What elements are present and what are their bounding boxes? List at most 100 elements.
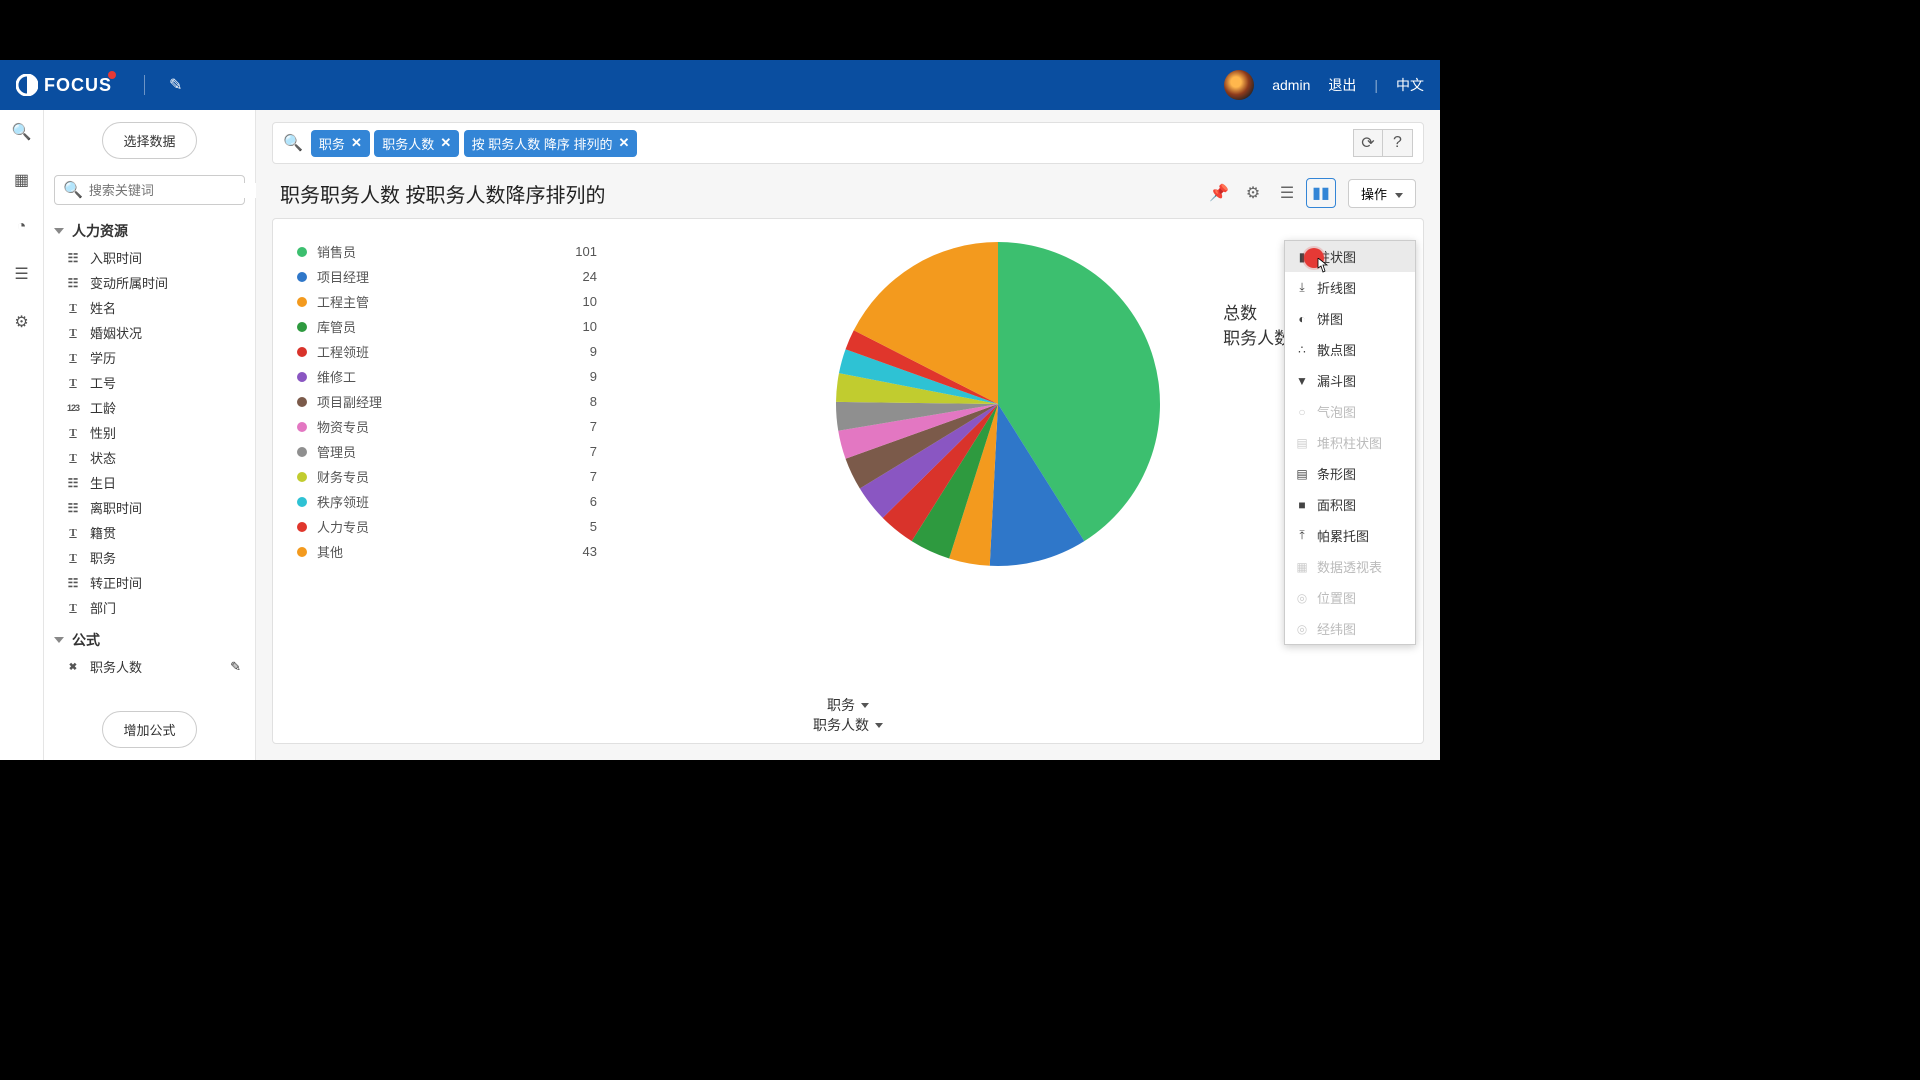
legend-item[interactable]: 人力专员5 bbox=[297, 514, 597, 539]
chart-type-option[interactable]: ▼漏斗图 bbox=[1285, 365, 1415, 396]
field-type-icon bbox=[64, 427, 82, 439]
search-icon[interactable]: 🔍 bbox=[12, 122, 32, 142]
remove-chip-icon[interactable]: ✕ bbox=[351, 135, 362, 151]
legend-item[interactable]: 秩序领班6 bbox=[297, 489, 597, 514]
field-type-icon bbox=[64, 276, 82, 290]
field-item[interactable]: 部门 bbox=[60, 595, 245, 620]
chart-type-icon: ⤒ bbox=[1295, 528, 1309, 543]
legend: 销售员101项目经理24工程主管10库管员10工程领班9维修工9项目副经理8物资… bbox=[297, 239, 597, 564]
add-formula-button[interactable]: 增加公式 bbox=[102, 711, 196, 748]
filter-chip[interactable]: 职务✕ bbox=[311, 130, 370, 157]
filter-chip[interactable]: 职务人数✕ bbox=[374, 130, 459, 157]
pie-chart[interactable] bbox=[597, 239, 1399, 569]
chart-type-icon: ∴ bbox=[1295, 343, 1309, 357]
field-search[interactable]: 🔍 bbox=[54, 175, 245, 205]
field-item[interactable]: 姓名 bbox=[60, 295, 245, 320]
field-item[interactable]: 职务 bbox=[60, 545, 245, 570]
refresh-button[interactable]: ⟳ bbox=[1353, 129, 1383, 157]
axis-b[interactable]: 职务人数 bbox=[813, 715, 883, 735]
chart-type-option[interactable]: ◐饼图 bbox=[1285, 303, 1415, 334]
settings-icon[interactable]: ⚙ bbox=[14, 312, 28, 332]
apps-icon[interactable]: ▦ bbox=[14, 170, 29, 190]
brand-logo: FOCUS bbox=[16, 74, 120, 96]
chart-type-option[interactable]: ⤓折线图 bbox=[1285, 272, 1415, 303]
chart-type-option[interactable]: ⤒帕累托图 bbox=[1285, 520, 1415, 551]
field-item[interactable]: 生日 bbox=[60, 470, 245, 495]
field-type-icon bbox=[64, 527, 82, 539]
pin-icon[interactable]: 📌 bbox=[1204, 178, 1234, 208]
chart-type-icon: ▦ bbox=[1295, 560, 1309, 574]
logout-link[interactable]: 退出 bbox=[1328, 75, 1356, 95]
help-button[interactable]: ? bbox=[1383, 129, 1413, 157]
chart-card: 销售员101项目经理24工程主管10库管员10工程领班9维修工9项目副经理8物资… bbox=[272, 218, 1424, 744]
edit-icon[interactable]: ✎ bbox=[169, 75, 182, 95]
chart-type-option: ◎位置图 bbox=[1285, 582, 1415, 613]
field-item[interactable]: 离职时间 bbox=[60, 495, 245, 520]
divider bbox=[144, 75, 145, 95]
legend-swatch bbox=[297, 397, 307, 407]
field-item[interactable]: 婚姻状况 bbox=[60, 320, 245, 345]
field-item[interactable]: 学历 bbox=[60, 345, 245, 370]
field-item[interactable]: 工龄 bbox=[60, 395, 245, 420]
gear-icon[interactable]: ⚙ bbox=[1238, 178, 1268, 208]
table-view-icon[interactable]: ☰ bbox=[1272, 178, 1302, 208]
field-type-icon bbox=[64, 402, 82, 414]
field-search-input[interactable] bbox=[89, 183, 265, 198]
legend-swatch bbox=[297, 497, 307, 507]
chart-type-icon: ▮ bbox=[1295, 250, 1309, 264]
result-title: 职务职务人数 按职务人数降序排列的 bbox=[280, 179, 606, 208]
remove-chip-icon[interactable]: ✕ bbox=[619, 135, 630, 151]
legend-swatch bbox=[297, 247, 307, 257]
field-item[interactable]: 转正时间 bbox=[60, 570, 245, 595]
legend-item[interactable]: 项目副经理8 bbox=[297, 389, 597, 414]
field-item[interactable]: 变动所属时间 bbox=[60, 270, 245, 295]
chart-type-option[interactable]: ▤条形图 bbox=[1285, 458, 1415, 489]
legend-item[interactable]: 工程主管10 bbox=[297, 289, 597, 314]
legend-item[interactable]: 工程领班9 bbox=[297, 339, 597, 364]
legend-item[interactable]: 其他43 bbox=[297, 539, 597, 564]
avatar[interactable] bbox=[1224, 70, 1254, 100]
legend-item[interactable]: 项目经理24 bbox=[297, 264, 597, 289]
legend-swatch bbox=[297, 472, 307, 482]
select-data-button[interactable]: 选择数据 bbox=[102, 122, 196, 159]
chart-type-option[interactable]: ■面积图 bbox=[1285, 489, 1415, 520]
result-header: 职务职务人数 按职务人数降序排列的 📌 ⚙ ☰ ▮▮ 操作 bbox=[256, 164, 1440, 218]
action-button[interactable]: 操作 bbox=[1348, 179, 1416, 208]
notification-badge bbox=[108, 71, 116, 79]
formula-item[interactable]: 职务人数 ✎ bbox=[60, 654, 245, 679]
field-item[interactable]: 工号 bbox=[60, 370, 245, 395]
brand-text: FOCUS bbox=[44, 75, 112, 96]
legend-item[interactable]: 物资专员7 bbox=[297, 414, 597, 439]
legend-item[interactable]: 财务专员7 bbox=[297, 464, 597, 489]
rail-nav: 🔍 ▦ ◔ ☰ ⚙ bbox=[0, 110, 44, 760]
group-formula[interactable]: 公式 bbox=[54, 626, 245, 654]
legend-item[interactable]: 管理员7 bbox=[297, 439, 597, 464]
filter-chip[interactable]: 按 职务人数 降序 排列的✕ bbox=[464, 130, 638, 157]
username-label[interactable]: admin bbox=[1272, 77, 1310, 93]
legend-item[interactable]: 销售员101 bbox=[297, 239, 597, 264]
edit-formula-icon[interactable]: ✎ bbox=[230, 659, 241, 675]
field-type-icon bbox=[64, 452, 82, 464]
group-hr[interactable]: 人力资源 bbox=[54, 217, 245, 245]
legend-item[interactable]: 库管员10 bbox=[297, 314, 597, 339]
field-item[interactable]: 籍贯 bbox=[60, 520, 245, 545]
chart-view-icon[interactable]: ▮▮ bbox=[1306, 178, 1336, 208]
query-bar[interactable]: 🔍 职务✕ 职务人数✕ 按 职务人数 降序 排列的✕ ⟳ ? bbox=[272, 122, 1424, 164]
axis-a[interactable]: 职务 bbox=[827, 695, 869, 715]
chart-type-option[interactable]: ∴散点图 bbox=[1285, 334, 1415, 365]
chart-type-option: ○气泡图 bbox=[1285, 396, 1415, 427]
legend-swatch bbox=[297, 522, 307, 532]
remove-chip-icon[interactable]: ✕ bbox=[440, 135, 451, 151]
field-type-icon bbox=[64, 377, 82, 389]
field-item[interactable]: 性别 bbox=[60, 420, 245, 445]
chart-type-icon: ▼ bbox=[1295, 374, 1309, 388]
chart-type-option[interactable]: ▮柱状图 bbox=[1285, 241, 1415, 272]
field-item[interactable]: 状态 bbox=[60, 445, 245, 470]
legend-item[interactable]: 维修工9 bbox=[297, 364, 597, 389]
chart-type-dropdown[interactable]: ▮柱状图⤓折线图◐饼图∴散点图▼漏斗图○气泡图▤堆积柱状图▤条形图■面积图⤒帕累… bbox=[1284, 240, 1416, 645]
field-item[interactable]: 入职时间 bbox=[60, 245, 245, 270]
language-switcher[interactable]: 中文 bbox=[1396, 75, 1424, 95]
field-type-icon bbox=[64, 352, 82, 364]
data-icon[interactable]: ☰ bbox=[14, 264, 28, 284]
history-icon[interactable]: ◔ bbox=[17, 218, 27, 236]
